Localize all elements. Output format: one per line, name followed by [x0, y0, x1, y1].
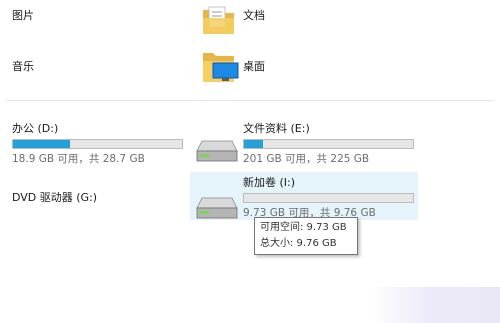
drive-usage-bar — [243, 193, 414, 203]
folder-label: 音乐 — [12, 60, 34, 73]
documents-folder-icon — [203, 6, 234, 34]
drive-usage-fill — [13, 140, 71, 148]
drive-free-space: 201 GB 可用，共 225 GB — [243, 153, 370, 165]
tooltip-free-space: 可用空间: 9.73 GB — [260, 222, 347, 233]
desktop-folder-icon — [203, 53, 239, 82]
tooltip-total-size: 总大小: 9.76 GB — [260, 238, 337, 249]
folder-label: 桌面 — [243, 60, 265, 73]
drive-free-space: 18.9 GB 可用，共 28.7 GB — [12, 153, 145, 165]
drive-usage-bar — [243, 139, 414, 149]
drive-usage-bar — [12, 139, 183, 149]
hard-drive-icon — [196, 197, 238, 219]
this-pc-view: 图片 文档 音乐 桌面 办公 (D:) 18.9 GB 可用，共 28.7 GB… — [0, 0, 500, 323]
drive-usage-fill — [244, 140, 263, 148]
drive-label: DVD 驱动器 (G:) — [12, 191, 98, 204]
folder-label: 文档 — [243, 9, 265, 22]
drive-label: 文件资料 (E:) — [243, 122, 310, 135]
background-glare — [372, 287, 500, 323]
section-divider — [6, 100, 494, 101]
drive-label: 新加卷 (I:) — [243, 176, 296, 189]
hard-drive-icon — [196, 140, 238, 162]
folder-label: 图片 — [12, 9, 34, 22]
drive-tooltip: 可用空间: 9.73 GB 总大小: 9.76 GB — [254, 217, 358, 255]
drive-label: 办公 (D:) — [12, 122, 59, 135]
